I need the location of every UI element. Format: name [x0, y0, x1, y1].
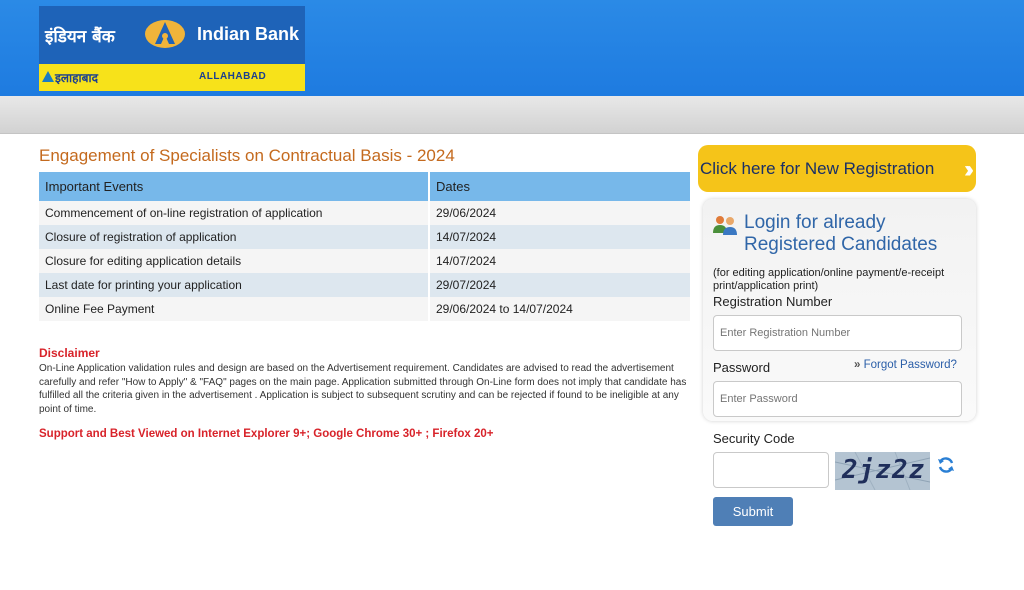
- double-chevron-right-icon: ››: [964, 156, 974, 183]
- forgot-password-link[interactable]: » Forgot Password?: [854, 359, 957, 371]
- nav-band: [0, 96, 1024, 134]
- date-cell: 29/06/2024: [429, 201, 690, 225]
- password-label: Password: [713, 360, 771, 375]
- bank-emblem-icon: [145, 20, 185, 48]
- event-cell: Closure of registration of application: [39, 225, 430, 249]
- table-row: Last date for printing your application …: [39, 273, 690, 297]
- table-header-row: Important Events Dates: [39, 172, 690, 201]
- submit-button[interactable]: Submit: [713, 497, 793, 526]
- date-cell: 14/07/2024: [429, 225, 690, 249]
- allahabad-english-text: ALLAHABAD: [199, 71, 267, 82]
- captcha-text: 2jz2z: [842, 455, 926, 485]
- event-cell: Closure for editing application details: [39, 249, 430, 273]
- event-cell: Commencement of on-line registration of …: [39, 201, 430, 225]
- new-registration-label: Click here for New Registration: [700, 158, 935, 178]
- table-row: Commencement of on-line registration of …: [39, 201, 690, 225]
- refresh-captcha-icon[interactable]: [936, 455, 956, 475]
- indian-bank-logo[interactable]: इंडियन बैंक Indian Bank इलाहाबाद ALLAHAB…: [39, 6, 305, 91]
- new-registration-button[interactable]: Click here for New Registration ››: [698, 145, 976, 192]
- logo-hindi-name: इंडियन बैंक: [45, 27, 115, 47]
- double-chevron-icon: »: [854, 359, 861, 371]
- event-cell: Last date for printing your application: [39, 273, 430, 297]
- date-cell: 14/07/2024: [429, 249, 690, 273]
- logo-english-name: Indian Bank: [197, 24, 300, 44]
- important-events-table: Important Events Dates Commencement of o…: [39, 172, 690, 321]
- security-code-label: Security Code: [713, 431, 795, 446]
- users-icon: [713, 216, 737, 235]
- table-row: Online Fee Payment 29/06/2024 to 14/07/2…: [39, 297, 690, 321]
- browser-support-note: Support and Best Viewed on Internet Expl…: [39, 428, 494, 440]
- captcha-image: 2jz2z: [835, 452, 930, 490]
- logo-top-band: इंडियन बैंक Indian Bank: [39, 6, 305, 64]
- site-header: इंडियन बैंक Indian Bank इलाहाबाद ALLAHAB…: [0, 0, 1024, 96]
- registration-number-input[interactable]: [713, 315, 962, 351]
- registration-number-label: Registration Number: [713, 294, 833, 309]
- date-cell: 29/07/2024: [429, 273, 690, 297]
- column-header-dates: Dates: [429, 172, 690, 201]
- column-header-events: Important Events: [39, 172, 430, 201]
- date-cell: 29/06/2024 to 14/07/2024: [429, 297, 690, 321]
- table-row: Closure of registration of application 1…: [39, 225, 690, 249]
- event-cell: Online Fee Payment: [39, 297, 430, 321]
- forgot-password-label: Forgot Password?: [863, 359, 957, 371]
- allahabad-hindi-text: इलाहाबाद: [55, 71, 98, 85]
- disclaimer-heading: Disclaimer: [39, 346, 100, 360]
- login-title: Login for already Registered Candidates: [744, 212, 938, 255]
- allahabad-triangle-icon: [42, 71, 54, 82]
- table-row: Closure for editing application details …: [39, 249, 690, 273]
- page-title: Engagement of Specialists on Contractual…: [39, 146, 455, 165]
- password-input[interactable]: [713, 381, 962, 417]
- login-subtitle: (for editing application/online payment/…: [713, 267, 945, 292]
- disclaimer-text: On-Line Application validation rules and…: [39, 363, 687, 415]
- logo-bottom-band: इलाहाबाद ALLAHABAD: [39, 64, 305, 91]
- security-code-input[interactable]: [713, 452, 829, 488]
